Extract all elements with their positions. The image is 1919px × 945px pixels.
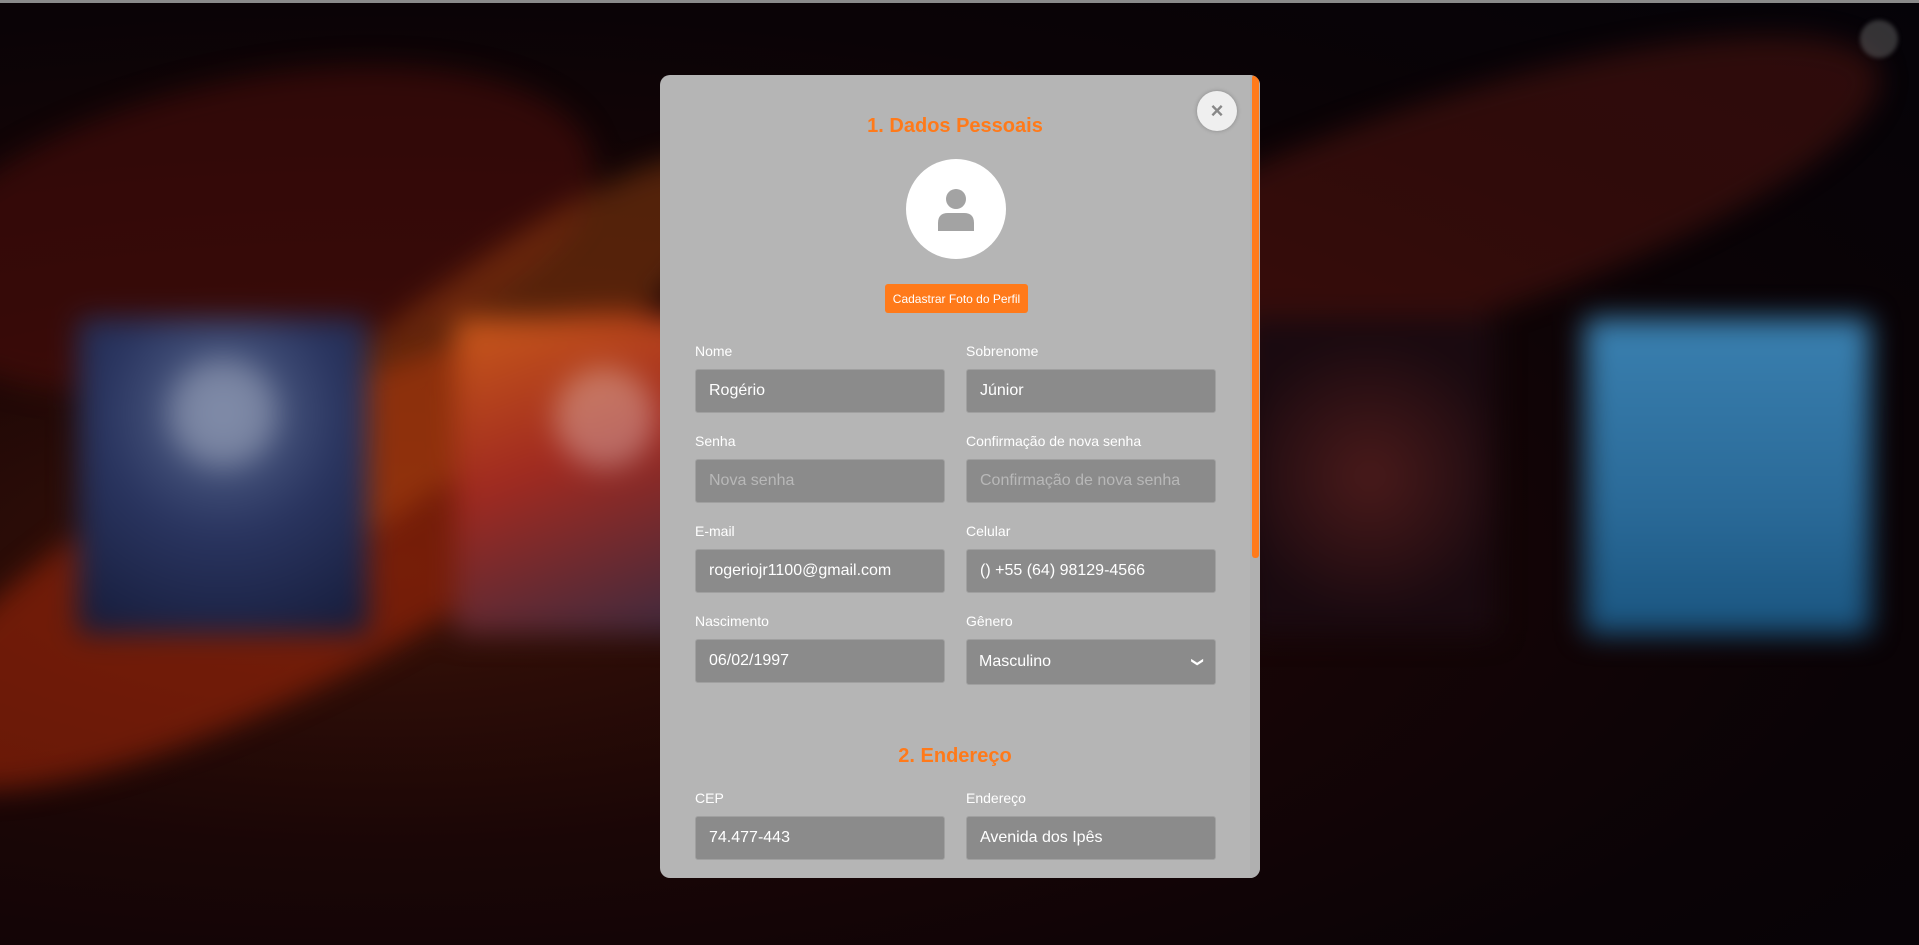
chevron-down-icon: ❯ xyxy=(1190,656,1205,668)
genero-select[interactable]: Masculino ❯ xyxy=(966,639,1216,685)
profile-modal: × 1. Dados Pessoais Cadastrar Foto do Pe… xyxy=(660,75,1260,878)
background-card xyxy=(455,318,695,634)
sobrenome-input[interactable] xyxy=(966,369,1216,413)
avatar[interactable] xyxy=(906,159,1006,259)
background-card-logo xyxy=(555,368,655,468)
genero-label: Gênero xyxy=(966,613,1013,629)
section-title-address: 2. Endereço xyxy=(898,745,1012,767)
nascimento-label: Nascimento xyxy=(695,613,769,629)
cep-input[interactable] xyxy=(695,816,945,860)
genero-selected-value: Masculino xyxy=(979,653,1052,670)
modal-scrollbar-track[interactable] xyxy=(1250,75,1260,878)
endereco-label: Endereço xyxy=(966,790,1026,806)
modal-scrollbar-thumb[interactable] xyxy=(1252,75,1259,558)
celular-label: Celular xyxy=(966,523,1011,539)
background-card xyxy=(1585,318,1870,634)
background-card-logo xyxy=(168,358,278,468)
email-input[interactable] xyxy=(695,549,945,593)
senha-input[interactable] xyxy=(695,459,945,503)
upload-photo-button[interactable]: Cadastrar Foto do Perfil xyxy=(885,284,1028,313)
cep-label: CEP xyxy=(695,790,724,806)
nome-input[interactable] xyxy=(695,369,945,413)
endereco-input[interactable] xyxy=(966,816,1216,860)
nome-label: Nome xyxy=(695,343,733,359)
confirmacao-senha-label: Confirmação de nova senha xyxy=(966,433,1142,449)
nascimento-input[interactable] xyxy=(695,639,945,683)
corner-avatar[interactable] xyxy=(1860,20,1898,58)
background-card xyxy=(78,318,368,634)
confirmacao-senha-input[interactable] xyxy=(966,459,1216,503)
user-icon xyxy=(938,189,974,231)
celular-input[interactable] xyxy=(966,549,1216,593)
background-card xyxy=(1245,318,1495,634)
email-label: E-mail xyxy=(695,523,735,539)
section-title-personal: 1. Dados Pessoais xyxy=(867,115,1043,137)
senha-label: Senha xyxy=(695,433,736,449)
sobrenome-label: Sobrenome xyxy=(966,343,1039,359)
